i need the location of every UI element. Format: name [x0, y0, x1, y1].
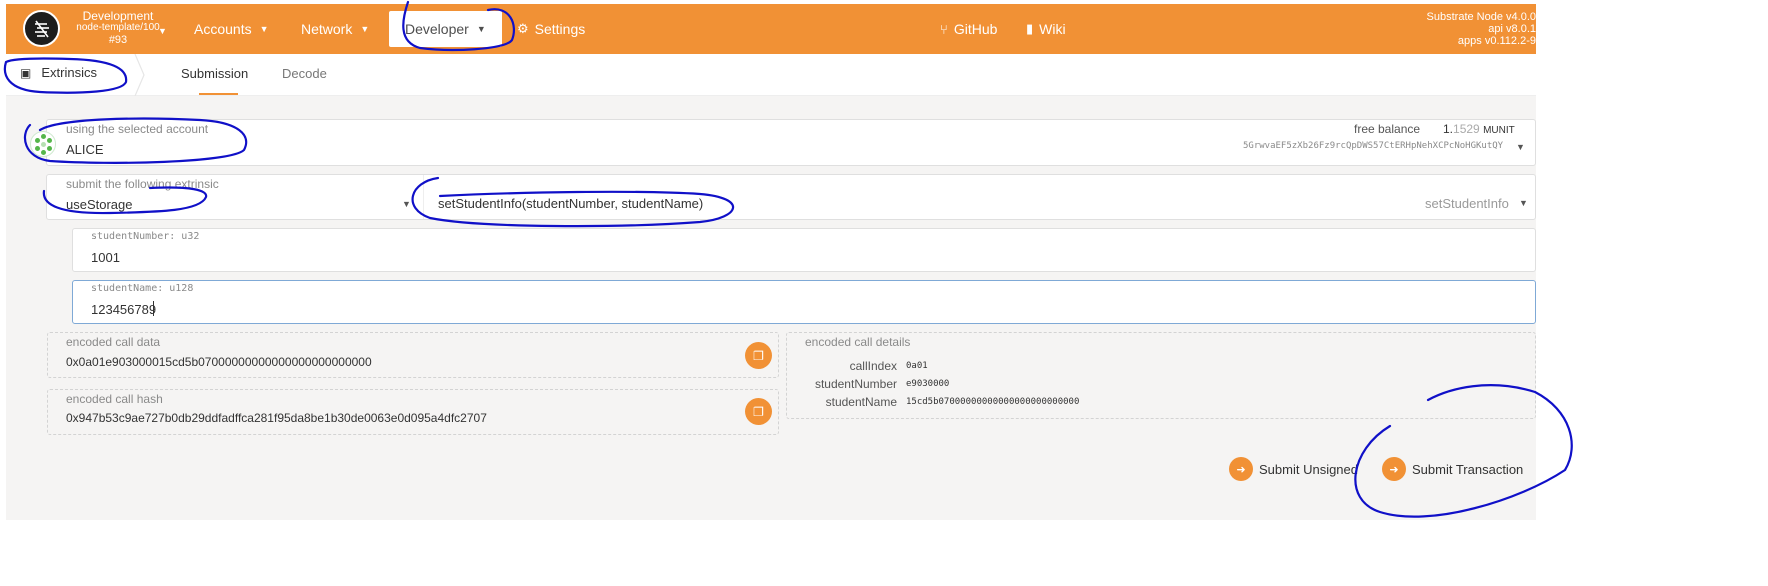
- submit-unsigned-button[interactable]: ➜ Submit Unsigned: [1229, 457, 1358, 481]
- nav-label: Accounts: [194, 21, 252, 37]
- section-label: Extrinsics: [41, 65, 97, 80]
- nav-accounts[interactable]: Accounts ▼: [194, 4, 269, 54]
- breadcrumb-chevron-icon: [134, 54, 145, 96]
- section-title: ▣ Extrinsics: [20, 65, 97, 80]
- encoded-call-hash-value: 0x947b53c9ae727b0db29ddfadffca281f95da8b…: [66, 411, 487, 425]
- copy-icon[interactable]: ❐: [745, 342, 772, 369]
- call-dropdown[interactable]: setStudentInfo(studentNumber, studentNam…: [423, 175, 1535, 219]
- version-info: Substrate Node v4.0.0 api v8.0.1 apps v0…: [1376, 11, 1536, 47]
- detail-key: studentName: [825, 395, 897, 409]
- chain-name: Development: [82, 9, 154, 23]
- param-student-number[interactable]: studentNumber: u32 1001: [72, 228, 1536, 272]
- account-address: 5GrwvaEF5zXb26Fz9rcQpDWS57CtERHpNehXCPcN…: [1243, 141, 1504, 151]
- detail-value: e9030000: [906, 379, 950, 389]
- inbox-icon: ▣: [20, 65, 32, 80]
- encoded-call-data-value: 0x0a01e903000015cd5b07000000000000000000…: [66, 355, 372, 369]
- details-keys: callIndex studentNumber studentName: [787, 357, 897, 411]
- copy-icon[interactable]: ❐: [745, 398, 772, 425]
- top-navbar: Development node-template/100 #93 ▼ Acco…: [6, 4, 1536, 54]
- submit-transaction-button[interactable]: ➜ Submit Transaction: [1382, 457, 1523, 481]
- text-cursor: [153, 301, 154, 316]
- submit-transaction-label: Submit Transaction: [1412, 461, 1524, 477]
- polkadot-apps-page: Development node-template/100 #93 ▼ Acco…: [0, 0, 1768, 586]
- active-tab-indicator: [199, 93, 238, 95]
- call-hint: setStudentInfo: [1425, 196, 1509, 211]
- encoded-call-details-label: encoded call details: [805, 335, 911, 349]
- detail-value: 15cd5b07000000000000000000000000: [906, 397, 1080, 407]
- account-name: ALICE: [66, 142, 104, 157]
- chain-selector[interactable]: Development node-template/100 #93: [68, 10, 168, 46]
- nav-label: Developer: [405, 21, 469, 37]
- free-balance-label: free balance: [1354, 122, 1421, 136]
- nav-settings[interactable]: ⚙ Settings: [517, 4, 585, 54]
- node-version: Substrate Node v4.0.0: [1426, 11, 1536, 23]
- chevron-down-icon: ▼: [360, 24, 370, 34]
- balance-unit: MUNIT: [1483, 125, 1515, 136]
- details-values: 0a01 e9030000 15cd5b07000000000000000000…: [906, 357, 1079, 411]
- book-icon: ▮: [1026, 21, 1034, 36]
- nav-developer[interactable]: Developer ▼: [389, 11, 502, 47]
- pallet-name: useStorage: [66, 197, 133, 212]
- param-input-value: 1001: [91, 250, 120, 265]
- sign-in-icon: ➜: [1229, 457, 1253, 481]
- submit-unsigned-label: Submit Unsigned: [1259, 461, 1358, 477]
- extrinsic-selector: submit the following extrinsic useStorag…: [46, 174, 1536, 220]
- nav-label: Network: [301, 21, 353, 37]
- wiki-link[interactable]: ▮ Wiki: [1026, 4, 1066, 54]
- account-identicon: [30, 131, 56, 157]
- link-label: Wiki: [1039, 21, 1066, 37]
- param-label: studentNumber: u32: [91, 231, 200, 242]
- block-number: #93: [108, 34, 128, 46]
- detail-value: 0a01: [906, 361, 928, 371]
- free-balance-value: 1.1529 MUNIT: [1443, 122, 1515, 136]
- account-selector[interactable]: using the selected account ALICE free ba…: [46, 119, 1536, 166]
- nav-network[interactable]: Network ▼: [301, 4, 369, 54]
- chevron-down-icon: ▼: [402, 199, 411, 209]
- substrate-logo-icon[interactable]: [23, 10, 60, 47]
- balance-integer: 1.: [1443, 122, 1454, 136]
- tab-decode[interactable]: Decode: [282, 66, 327, 81]
- call-signature: setStudentInfo(studentNumber, studentNam…: [438, 196, 704, 211]
- encoded-call-details-panel: encoded call details callIndex studentNu…: [786, 332, 1536, 419]
- param-student-name[interactable]: studentName: u128 123456789: [72, 280, 1536, 324]
- sub-navbar: ▣ Extrinsics Submission Decode: [6, 54, 1536, 96]
- account-selector-label: using the selected account: [66, 122, 209, 136]
- pallet-dropdown[interactable]: useStorage ▼: [47, 175, 415, 219]
- encoded-call-data-label: encoded call data: [66, 335, 161, 349]
- chain-version: node-template/100: [76, 22, 160, 33]
- nav-label: Settings: [534, 21, 586, 37]
- encoded-call-hash-label: encoded call hash: [66, 392, 163, 406]
- api-version: api v8.0.1: [1488, 23, 1536, 35]
- apps-version: apps v0.112.2-9: [1457, 35, 1536, 47]
- detail-key: callIndex: [849, 359, 897, 373]
- link-label: GitHub: [953, 21, 998, 37]
- code-branch-icon: ⑂: [940, 21, 948, 37]
- param-label: studentName: u128: [91, 283, 194, 294]
- encoded-call-hash-panel: encoded call hash 0x947b53c9ae727b0db29d…: [47, 389, 779, 435]
- chevron-down-icon: ▼: [1516, 142, 1525, 152]
- detail-key: studentNumber: [814, 377, 897, 391]
- github-link[interactable]: ⑂ GitHub: [940, 4, 997, 54]
- encoded-call-data-panel: encoded call data 0x0a01e903000015cd5b07…: [47, 332, 779, 378]
- balance-fraction: 1529: [1453, 122, 1480, 136]
- chevron-down-icon: ▼: [158, 26, 167, 36]
- chevron-down-icon: ▼: [476, 24, 486, 34]
- sign-in-icon: ➜: [1382, 457, 1406, 481]
- chevron-down-icon: ▼: [259, 24, 269, 34]
- tab-submission[interactable]: Submission: [181, 66, 248, 81]
- gear-icon: ⚙: [517, 21, 529, 36]
- chevron-down-icon: ▼: [1519, 198, 1528, 208]
- param-input-value: 123456789: [91, 302, 157, 317]
